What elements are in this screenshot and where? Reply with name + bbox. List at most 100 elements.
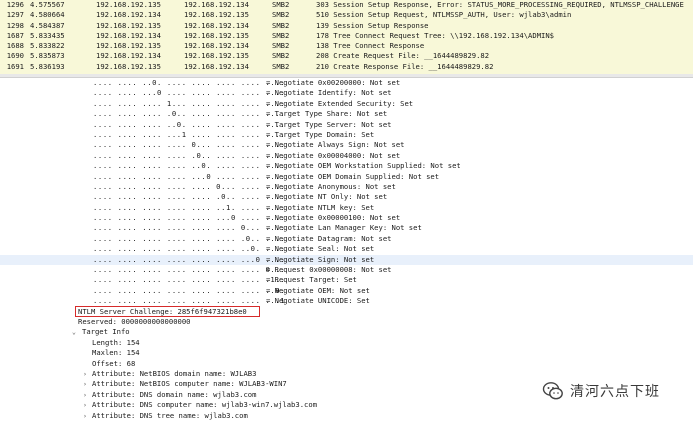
packet-number: 1690	[6, 51, 24, 61]
packet-row[interactable]: 1296 4.575567 192.168.192.135 192.168.192.1…	[0, 0, 693, 10]
packet-number: 1297	[6, 10, 24, 20]
packet-destination: 192.168.192.134	[184, 0, 249, 9]
flag-bits: .... .... .... .... .... .... ..0. ....	[93, 244, 286, 254]
detail-row-attribute[interactable]: › Attribute: DNS tree name: wjlab3.com	[0, 411, 693, 421]
detail-row-flag[interactable]: .... .... .... .... .... .0.. .... .... =…	[0, 192, 693, 202]
packet-protocol: SMB2	[272, 20, 290, 30]
packet-time: 5.836193	[30, 61, 65, 71]
chevron-right-icon[interactable]: ›	[83, 369, 91, 379]
flag-bits: .... .... .... ...1 .... .... .... ....	[93, 129, 286, 139]
packet-destination: 192.168.192.135	[184, 30, 249, 40]
packet-source: 192.168.192.134	[96, 10, 161, 20]
packet-destination: 192.168.192.135	[184, 51, 249, 61]
detail-row-flag[interactable]: .... .... .... .... .... .... .... .1.. =…	[0, 275, 693, 285]
packet-row[interactable]: 1687 5.833435 192.168.192.134 192.168.192.1…	[0, 31, 693, 41]
challenge-highlight-box	[75, 306, 260, 317]
detail-row-flag[interactable]: .... .... .... .... .... .... ...0 .... =…	[0, 254, 693, 266]
detail-row-flag[interactable]: .... .... ..0. .... .... .... .... .... =…	[0, 78, 693, 88]
detail-row-flag[interactable]: .... .... .... .0.. .... .... .... .... =…	[0, 109, 693, 119]
flag-description: = Negotiate OEM Workstation Supplied: No…	[266, 161, 461, 171]
detail-row-flag[interactable]: .... .... .... .... .... .... ..0. .... =…	[0, 244, 693, 254]
packet-row[interactable]: 1297 4.580664 192.168.192.134 192.168.192.1…	[0, 10, 693, 20]
flag-bits: .... .... .... .... .... .... .... 0...	[93, 265, 286, 275]
packet-row[interactable]: 1688 5.833822 192.168.192.135 192.168.192.1…	[0, 41, 693, 51]
detail-row-flag[interactable]: .... .... .... .... ...0 .... .... .... =…	[0, 172, 693, 182]
packet-info: 178 Tree Connect Request Tree: \\192.168…	[316, 30, 554, 40]
packet-time: 4.584387	[30, 20, 65, 30]
detail-row-flag[interactable]: .... .... .... .... .... ...0 .... .... =…	[0, 213, 693, 223]
attribute-text: Attribute: DNS tree name: wjlab3.com	[92, 410, 248, 420]
flag-bits: .... .... .... .0.. .... .... .... ....	[93, 109, 286, 119]
detail-row-flag[interactable]: .... .... .... .... .0.. .... .... .... =…	[0, 151, 693, 161]
detail-row-flag[interactable]: .... .... .... .... ..0. .... .... .... =…	[0, 161, 693, 171]
detail-row-flag[interactable]: .... .... .... .... 0... .... .... .... =…	[0, 140, 693, 150]
flag-bits: .... .... .... .... ...0 .... .... ....	[93, 171, 286, 181]
flag-bits: .... .... .... .... .... .... .... .1..	[93, 275, 286, 285]
packet-info: 139 Session Setup Response	[316, 20, 429, 30]
packet-number: 1296	[6, 0, 24, 9]
packet-time: 5.833435	[30, 30, 65, 40]
chevron-down-icon[interactable]: ⌄	[72, 327, 80, 337]
flag-description: = Negotiate Identify: Not set	[266, 88, 392, 98]
detail-row-length[interactable]: Length: 154	[0, 338, 693, 348]
detail-row-flag[interactable]: .... .... .... ..0. .... .... .... .... =…	[0, 120, 693, 130]
packet-protocol: SMB2	[272, 10, 290, 20]
packet-time: 4.575567	[30, 0, 65, 9]
packet-time: 5.833822	[30, 41, 65, 51]
detail-row-flag[interactable]: .... .... ...0 .... .... .... .... .... =…	[0, 88, 693, 98]
packet-source: 192.168.192.135	[96, 0, 161, 9]
detail-row-flag[interactable]: .... .... .... .... .... .... .0.. .... =…	[0, 234, 693, 244]
packet-source: 192.168.192.134	[96, 30, 161, 40]
flag-bits: .... .... ...0 .... .... .... .... ....	[93, 88, 286, 98]
packet-source: 192.168.192.135	[96, 61, 161, 71]
flag-bits: .... .... .... .... .... ..1. .... ....	[93, 202, 286, 212]
flag-bits: .... .... .... ..0. .... .... .... ....	[93, 119, 286, 129]
packet-info: 510 Session Setup Request, NTLMSSP_AUTH,…	[316, 10, 572, 20]
flag-bits: .... .... .... .... .... 0... .... ....	[93, 181, 286, 191]
detail-row-flag[interactable]: .... .... .... .... .... 0... .... .... =…	[0, 182, 693, 192]
target-info-offset: Offset: 68	[92, 358, 136, 368]
packet-destination: 192.168.192.134	[184, 61, 249, 71]
chevron-right-icon[interactable]: ›	[83, 411, 91, 421]
chevron-right-icon[interactable]: ›	[83, 390, 91, 400]
chevron-right-icon[interactable]: ›	[83, 379, 91, 389]
packet-info: 303 Session Setup Response, Error: STATU…	[316, 0, 684, 9]
detail-row-target-info[interactable]: ⌄ Target Info	[0, 327, 693, 337]
flag-description: = Negotiate 0x00200000: Not set	[266, 78, 401, 87]
detail-row-maxlen[interactable]: Maxlen: 154	[0, 348, 693, 358]
attribute-text: Attribute: DNS domain name: wjlab3.com	[92, 389, 257, 399]
packet-time: 5.835873	[30, 51, 65, 61]
packet-row[interactable]: 1298 4.584387 192.168.192.135 192.168.192.1…	[0, 21, 693, 31]
packet-source: 192.168.192.135	[96, 20, 161, 30]
packet-number: 1688	[6, 41, 24, 51]
flag-description: = Negotiate Datagram: Not set	[266, 233, 392, 243]
watermark-text: 清河六点下班	[570, 384, 660, 400]
flag-description: = Negotiate Always Sign: Not set	[266, 140, 405, 150]
detail-row-flag[interactable]: .... .... .... .... .... .... 0... .... =…	[0, 223, 693, 233]
flag-bits: .... .... .... .... .... .... ...0 ....	[93, 254, 286, 264]
flag-description: = Negotiate UNICODE: Set	[266, 296, 370, 306]
negotiate-flags-list: .... .... ..0. .... .... .... .... .... =…	[0, 78, 693, 307]
flag-description: = Negotiate 0x00004000: Not set	[266, 150, 401, 160]
flag-description: = Negotiate Seal: Not set	[266, 244, 375, 254]
flag-description: = Negotiate NT Only: Not set	[266, 192, 388, 202]
chevron-right-icon[interactable]: ›	[83, 400, 91, 410]
packet-row[interactable]: 1690 5.835873 192.168.192.134 192.168.192.1…	[0, 51, 693, 61]
attribute-text: Attribute: NetBIOS computer name: WJLAB3…	[92, 379, 287, 389]
flag-bits: .... .... .... .... .... ...0 .... ....	[93, 213, 286, 223]
detail-row-flag[interactable]: .... .... .... ...1 .... .... .... .... =…	[0, 130, 693, 140]
packet-time: 4.580664	[30, 10, 65, 20]
detail-row-flag[interactable]: .... .... .... .... .... .... .... ..0. =…	[0, 286, 693, 296]
flag-description: = Target Type Server: Not set	[266, 119, 392, 129]
detail-row-flag[interactable]: .... .... .... 1... .... .... .... .... =…	[0, 99, 693, 109]
detail-row-flag[interactable]: .... .... .... .... .... .... .... 0... =…	[0, 265, 693, 275]
detail-row-flag[interactable]: .... .... .... .... .... ..1. .... .... =…	[0, 203, 693, 213]
flag-description: = Negotiate Lan Manager Key: Not set	[266, 223, 422, 233]
reserved-field: Reserved: 0000000000000000	[78, 316, 191, 326]
detail-row-offset[interactable]: Offset: 68	[0, 359, 693, 369]
flag-bits: .... .... .... .... .... .... .... ..0.	[93, 285, 286, 295]
packet-row[interactable]: 1691 5.836193 192.168.192.135 192.168.192.1…	[0, 62, 693, 72]
flag-description: = Negotiate OEM Domain Supplied: Not set	[266, 171, 440, 181]
detail-row-reserved[interactable]: Reserved: 0000000000000000	[0, 317, 693, 327]
flag-bits: .... .... ..0. .... .... .... .... ....	[93, 78, 286, 87]
